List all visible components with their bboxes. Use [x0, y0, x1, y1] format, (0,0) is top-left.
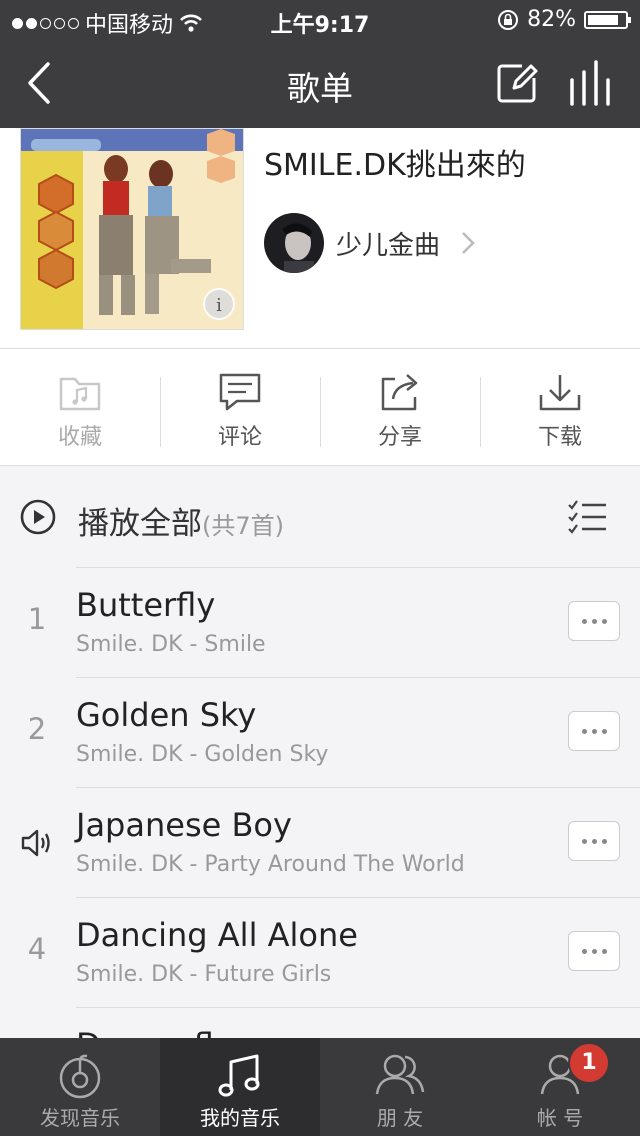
song-subtitle: Smile. DK - Party Around The World — [76, 852, 465, 877]
nav-bar: 歌单 — [0, 40, 640, 128]
music-note-icon — [218, 1054, 260, 1097]
song-row[interactable]: 2 Golden Sky Smile. DK - Golden Sky — [0, 678, 640, 788]
tab-label: 我的音乐 — [200, 1106, 280, 1130]
more-button[interactable] — [568, 931, 620, 971]
tab-account[interactable]: 帐 号 1 — [480, 1038, 640, 1136]
speaker-icon — [21, 829, 50, 857]
song-index: 2 — [27, 712, 47, 746]
tab-label: 发现音乐 — [40, 1106, 120, 1130]
share-icon — [381, 374, 418, 411]
playlist-cover[interactable]: i — [20, 128, 244, 330]
share-button[interactable]: 分享 — [320, 349, 480, 465]
page-title: 歌单 — [287, 69, 353, 108]
multi-select-icon[interactable] — [566, 496, 608, 538]
tab-label: 朋 友 — [376, 1106, 424, 1130]
folder-music-icon — [59, 377, 101, 411]
download-label: 下载 — [537, 425, 582, 450]
song-index: 4 — [27, 932, 47, 966]
song-title: Butterfly — [76, 586, 216, 624]
song-row[interactable]: Dragonfly — [0, 1008, 640, 1038]
playlist-title: SMILE.DK挑出來的 — [264, 148, 526, 183]
song-title: Golden Sky — [76, 696, 257, 734]
equalizer-icon[interactable] — [566, 60, 618, 108]
more-button[interactable] — [568, 601, 620, 641]
song-subtitle: Smile. DK - Smile — [76, 632, 266, 657]
playlist-header: i SMILE.DK挑出來的 少儿金曲 — [0, 128, 640, 348]
status-bar: 中国移动 上午9:17 82% — [0, 0, 640, 40]
discover-music-icon — [59, 1054, 101, 1099]
avatar — [264, 213, 324, 273]
song-subtitle: Smile. DK - Future Girls — [76, 962, 332, 987]
song-count: (共7首) — [202, 512, 284, 540]
battery-icon — [584, 10, 631, 29]
rotation-lock-icon — [498, 9, 519, 30]
creator-link[interactable]: 少儿金曲 — [264, 213, 476, 273]
song-title: Dragonfly — [76, 1026, 233, 1038]
download-icon — [539, 375, 581, 411]
edit-icon[interactable] — [494, 60, 540, 106]
tab-discover[interactable]: 发现音乐 — [0, 1038, 160, 1136]
share-label: 分享 — [377, 425, 422, 450]
song-row[interactable]: 1 Butterfly Smile. DK - Smile — [0, 568, 640, 678]
download-button[interactable]: 下载 — [480, 349, 640, 465]
song-title: Japanese Boy — [76, 806, 292, 844]
more-button[interactable] — [568, 821, 620, 861]
more-button[interactable] — [568, 711, 620, 751]
favorite-button[interactable]: 收藏 — [0, 349, 160, 465]
action-bar: 收藏 评论 分享 下载 — [0, 348, 640, 466]
comment-label: 评论 — [217, 425, 262, 450]
comment-button[interactable]: 评论 — [160, 349, 320, 465]
play-all-row[interactable]: 播放全部(共7首) — [0, 466, 640, 568]
notification-badge: 1 — [568, 1042, 610, 1084]
song-row-playing[interactable]: Japanese Boy Smile. DK - Party Around Th… — [0, 788, 640, 898]
svg-text:i: i — [216, 295, 222, 316]
play-all-label: 播放全部(共7首) — [78, 506, 284, 542]
song-list: 播放全部(共7首) 1 Butterfly Smile. DK - Smile … — [0, 466, 640, 1038]
song-subtitle: Smile. DK - Golden Sky — [76, 742, 329, 767]
comment-icon — [219, 373, 261, 411]
play-circle-icon — [20, 499, 56, 535]
favorite-label: 收藏 — [57, 425, 102, 450]
creator-name: 少儿金曲 — [336, 230, 441, 261]
song-index: 1 — [27, 602, 47, 636]
song-row[interactable]: 4 Dancing All Alone Smile. DK - Future G… — [0, 898, 640, 1008]
friends-icon — [375, 1054, 425, 1095]
song-title: Dancing All Alone — [76, 916, 358, 954]
tab-friends[interactable]: 朋 友 — [320, 1038, 480, 1136]
chevron-right-icon — [462, 232, 475, 254]
tab-bar: 发现音乐 我的音乐 朋 友 帐 号 1 — [0, 1038, 640, 1136]
battery-percent: 82% — [527, 7, 576, 32]
tab-my-music[interactable]: 我的音乐 — [160, 1038, 320, 1136]
tab-label: 帐 号 — [536, 1106, 584, 1130]
